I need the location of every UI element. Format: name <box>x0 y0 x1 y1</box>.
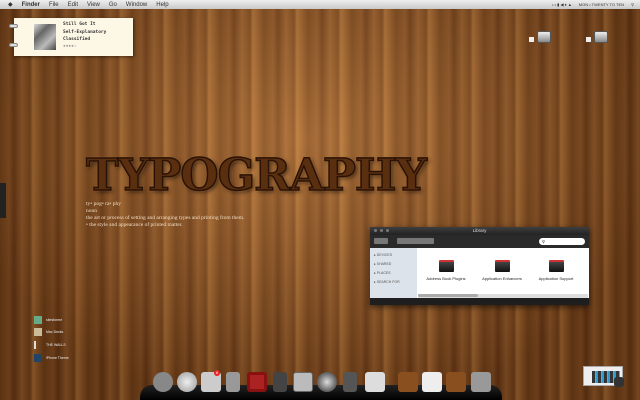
side-panel-tab[interactable] <box>0 183 6 218</box>
spotlight-icon[interactable]: ⚲ <box>631 2 634 7</box>
safari-compass-icon[interactable] <box>177 372 197 392</box>
folder-icon <box>548 260 564 272</box>
sidebar: ▸ DEVICES ▸ SHARED ▸ PLACES ▸ SEARCH FOR <box>370 248 417 298</box>
window-title: Library <box>472 228 487 233</box>
folder-icon <box>34 354 42 362</box>
ipod-icon[interactable] <box>226 372 240 392</box>
trash-icon[interactable] <box>471 372 491 392</box>
pronunciation: ty• pog• ra• phy <box>86 201 121 207</box>
camera-icon[interactable] <box>614 377 624 387</box>
stack-item[interactable]: iPhone Theme <box>34 354 69 362</box>
menu-help[interactable]: Help <box>156 2 168 8</box>
hard-drive-icon[interactable] <box>594 31 608 43</box>
menu-edit[interactable]: Edit <box>68 2 78 8</box>
file-area: Address Book Plugins Application Enhance… <box>418 248 588 298</box>
folder-icon <box>34 316 42 324</box>
sidebar-devices[interactable]: ▸ DEVICES <box>374 253 417 257</box>
album-art <box>34 24 56 50</box>
folder-icon <box>34 328 42 336</box>
stack-item[interactable]: THE WALLS <box>34 341 66 349</box>
apple-menu-icon[interactable]: ◆ <box>8 1 13 8</box>
front-row-icon[interactable] <box>247 372 267 392</box>
mail-badge: 6 <box>214 370 220 376</box>
track-rating[interactable]: ★★★★☆ <box>63 44 77 49</box>
track-title: Still Got It <box>63 22 96 27</box>
menu-file[interactable]: File <box>49 2 59 8</box>
sidebar-search-for[interactable]: ▸ SEARCH FOR <box>374 280 417 284</box>
ring-icon <box>9 43 18 47</box>
stack-item[interactable]: sitesforme <box>34 316 62 324</box>
folder-icon <box>34 341 42 349</box>
skull-app-icon[interactable] <box>153 372 173 392</box>
preview-icon[interactable] <box>293 372 313 392</box>
track-artist: Self-Explanatory <box>63 30 107 35</box>
folder-icon <box>494 260 510 272</box>
menu-window[interactable]: Window <box>126 2 147 8</box>
close-button[interactable] <box>374 229 377 232</box>
menu-go[interactable]: Go <box>109 2 117 8</box>
eject-icon[interactable] <box>586 37 591 42</box>
typography-headline: TYPOGRAPHY <box>85 149 427 202</box>
menu-finder[interactable]: Finder <box>22 2 40 8</box>
status-icons[interactable]: • • ▮ ◀ ♦ ▲ <box>552 2 572 7</box>
eject-icon[interactable] <box>529 37 534 42</box>
minimize-button[interactable] <box>380 229 383 232</box>
search-input[interactable]: ⚲ <box>539 238 585 245</box>
view-buttons[interactable] <box>397 238 434 244</box>
hard-drive-icon[interactable] <box>537 31 551 43</box>
sidebar-places[interactable]: ▸ PLACES <box>374 271 417 275</box>
stack-item[interactable]: Mac Decks <box>34 328 63 336</box>
back-forward-button[interactable] <box>374 238 388 244</box>
clock[interactable]: MON • TWENTY TO TEN <box>579 2 624 7</box>
menu-bar: ◆ Finder File Edit View Go Window Help •… <box>0 0 640 9</box>
track-album: Classified <box>63 37 91 42</box>
folder-icon <box>438 260 454 272</box>
folder-item[interactable]: Address Book Plugins <box>416 260 476 281</box>
ring-icon <box>9 24 18 28</box>
part-of-speech: noun <box>86 208 97 214</box>
applications-stack-icon[interactable] <box>446 372 466 392</box>
finder-window: Library ⚲ ▸ DEVICES ▸ SHARED ▸ PLACES ▸ … <box>370 227 589 305</box>
printer-icon[interactable] <box>365 372 385 392</box>
now-playing-widget[interactable]: Still Got It Self-Explanatory Classified… <box>9 18 133 56</box>
folder-item[interactable]: Application Support <box>526 260 586 281</box>
app-icon[interactable] <box>273 372 287 392</box>
menu-view[interactable]: View <box>87 2 100 8</box>
app-icon[interactable] <box>343 372 357 392</box>
toolbar: ⚲ <box>370 235 589 248</box>
definition-sense: • the style and appearance of printed ma… <box>86 222 183 228</box>
downloads-stack-icon[interactable] <box>398 372 418 392</box>
status-bar <box>370 298 589 305</box>
window-titlebar[interactable]: Library <box>370 227 589 235</box>
folder-item[interactable]: Application Enhancers <box>472 260 532 281</box>
documents-stack-icon[interactable] <box>422 372 442 392</box>
sidebar-shared[interactable]: ▸ SHARED <box>374 262 417 266</box>
dvd-player-icon[interactable] <box>317 372 337 392</box>
definition: ty• pog• ra• phy noun the art or process… <box>86 201 244 229</box>
zoom-button[interactable] <box>386 229 389 232</box>
definition-sense: the art or process of setting and arrang… <box>86 215 245 221</box>
